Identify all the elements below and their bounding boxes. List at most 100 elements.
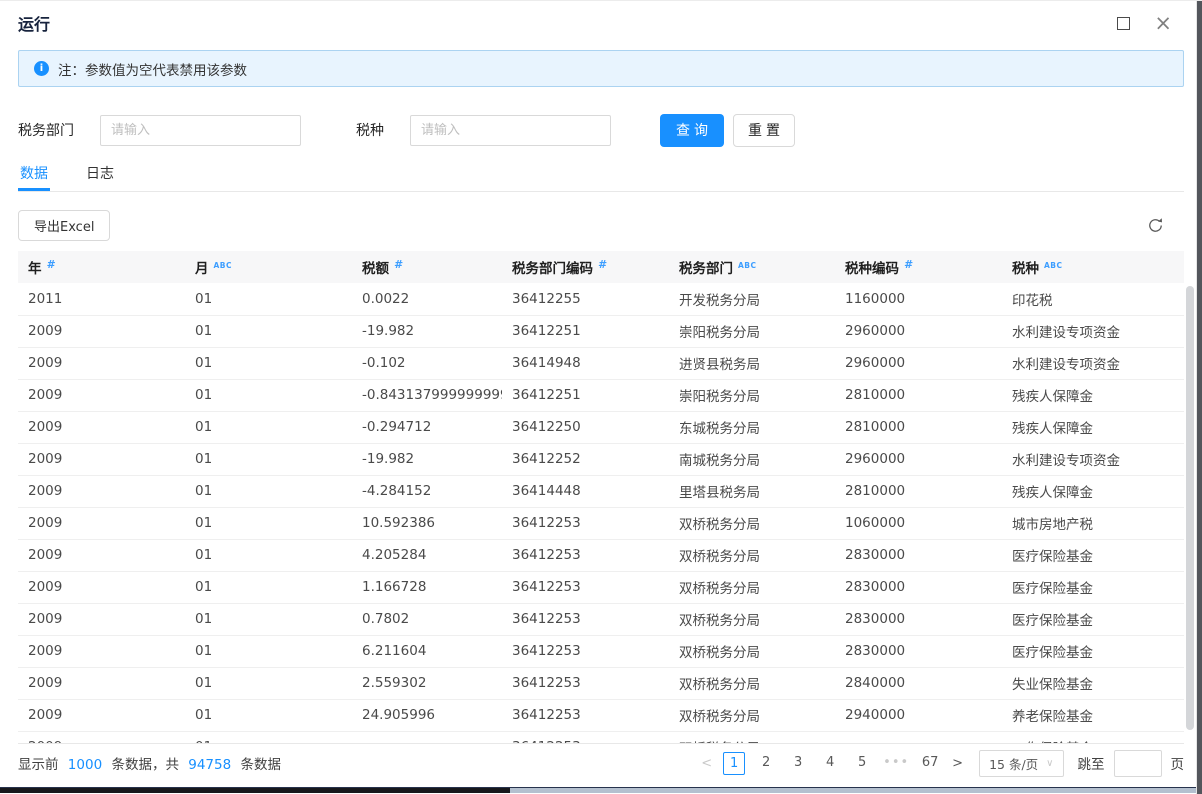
table-cell: 2009 [18,571,185,603]
table-cell: 01 [185,731,352,744]
table-header-row: 年#月ABC税额#税务部门编码#税务部门ABC税种编码#税种ABC [18,251,1184,283]
column-header: 税务部门编码# [502,251,669,283]
table-cell: 36412253 [502,539,669,571]
pagination-page-67[interactable]: 67 [919,752,941,775]
table-cell: 36412253 [502,571,669,603]
column-header: 税种ABC [1002,251,1184,283]
table-cell: 2009 [18,475,185,507]
table-row: 20090110.59238636412253双桥税务分局1060000城市房地… [18,507,1184,539]
table-row: 2009011.16672836412253双桥税务分局2830000医疗保险基… [18,571,1184,603]
table-cell: 10.592386 [352,507,502,539]
table-cell: 01 [185,699,352,731]
pagination-page-3[interactable]: 3 [787,752,809,775]
export-excel-button[interactable]: 导出Excel [18,210,110,241]
window-right-edge [1196,1,1202,794]
notice-text: 注：参数值为空代表禁用该参数 [58,59,247,79]
dialog-titlebar: 运行 × [0,1,1202,45]
table-cell: 36412253 [502,635,669,667]
table-cell [835,731,1002,744]
record-count-summary: 显示前 1000 条数据，共 94758 条数据 [18,753,281,773]
table-cell: 2009 [18,539,185,571]
table-cell: 6.211604 [352,635,502,667]
table-cell: 残疾人保障金 [1002,379,1184,411]
pagination: < 12345•••67 > 15 条/页 ∨ 跳至 页 [695,750,1184,777]
table-cell: 医疗保险基金 [1002,539,1184,571]
reset-button[interactable]: 重置 [733,114,795,147]
table-cell: -19.982 [352,315,502,347]
numeric-type-icon: # [394,258,402,271]
window-bottom-edge [0,787,1196,793]
column-label: 税额 [362,261,389,277]
pagination-pages: 12345•••67 [718,752,946,775]
table-cell: 印花税 [1002,283,1184,315]
column-label: 月 [195,261,209,277]
column-label: 税种编码 [845,261,899,277]
table-row: 2009012.55930236412253双桥税务分局2840000失业保险基… [18,667,1184,699]
query-button[interactable]: 查询 [660,114,724,147]
table-cell: 01 [185,603,352,635]
tab-data[interactable]: 数据 [18,159,50,191]
jump-to-label: 跳至 [1078,753,1105,773]
table-row: 20090124.90599636412253双桥税务分局2940000养老保险… [18,699,1184,731]
tax-type-label: 税种 [356,120,384,140]
table-cell: 东城税务分局 [669,411,835,443]
table-cell: 36412253 [502,731,669,744]
table-cell: 失业保险基金 [1002,667,1184,699]
table-cell: 01 [185,283,352,315]
table-cell: 2830000 [835,571,1002,603]
table-row: 200901-19.98236412251崇阳税务分局2960000水利建设专项… [18,315,1184,347]
table-cell: 36412255 [502,283,669,315]
tax-type-input[interactable] [410,115,611,146]
table-toolbar: 导出Excel [18,210,1184,241]
table-cell: 2810000 [835,411,1002,443]
table-cell: 36412251 [502,379,669,411]
table-cell: 36412252 [502,443,669,475]
next-page-icon[interactable]: > [952,756,963,771]
column-header: 税额 # [352,251,502,283]
summary-prefix: 显示前 [18,757,59,773]
table-cell: 01 [185,315,352,347]
pagination-page-4[interactable]: 4 [819,752,841,775]
maximize-icon[interactable] [1117,17,1130,30]
table-cell: 2830000 [835,539,1002,571]
tab-log[interactable]: 日志 [84,159,116,191]
page-unit-label: 页 [1171,753,1185,773]
table-cell: 36412253 [502,699,669,731]
table-cell: 双桥税务分局 [669,507,835,539]
jump-to-page-input[interactable] [1114,750,1162,777]
table-cell: -4.284152 [352,475,502,507]
page-size-select[interactable]: 15 条/页 ∨ [979,750,1063,777]
table-cell: 2840000 [835,667,1002,699]
table-cell: 01 [185,507,352,539]
total-count: 94758 [188,757,231,773]
table-scrollbar-thumb[interactable] [1186,286,1194,730]
table-row: 2011010.002236412255开发税务分局1160000印花税 [18,283,1184,315]
table-cell: 南城税务分局 [669,443,835,475]
table-cell: 36414948 [502,347,669,379]
column-header: 税务部门ABC [669,251,835,283]
refresh-icon[interactable] [1147,217,1164,234]
pagination-page-5[interactable]: 5 [851,752,873,775]
table-cell: 01 [185,667,352,699]
table-cell: 双桥税务分局 [669,699,835,731]
shown-count: 1000 [68,757,102,773]
tax-department-input[interactable] [100,115,301,146]
table-cell: 2009 [18,603,185,635]
table-cell: 2009 [18,443,185,475]
summary-middle: 条数据，共 [111,757,179,773]
table-body: 2011010.002236412255开发税务分局1160000印花税2009… [18,283,1184,744]
table-cell: 2830000 [835,603,1002,635]
table-cell: 水利建设专项资金 [1002,443,1184,475]
close-icon[interactable]: × [1154,17,1172,30]
table-cell: 2009 [18,731,185,744]
table-row: 200901-0.10236414948进贤县税务局2960000水利建设专项资… [18,347,1184,379]
pagination-page-1[interactable]: 1 [723,752,745,775]
pagination-page-2[interactable]: 2 [755,752,777,775]
table-cell: 2009 [18,347,185,379]
table-cell: 双桥税务分局 [669,635,835,667]
prev-page-icon[interactable]: < [701,756,712,771]
table-cell: 工伤保险基金 [1002,731,1184,744]
table-cell: 1.166728 [352,571,502,603]
table-cell [352,731,502,744]
table-cell: 36412253 [502,667,669,699]
